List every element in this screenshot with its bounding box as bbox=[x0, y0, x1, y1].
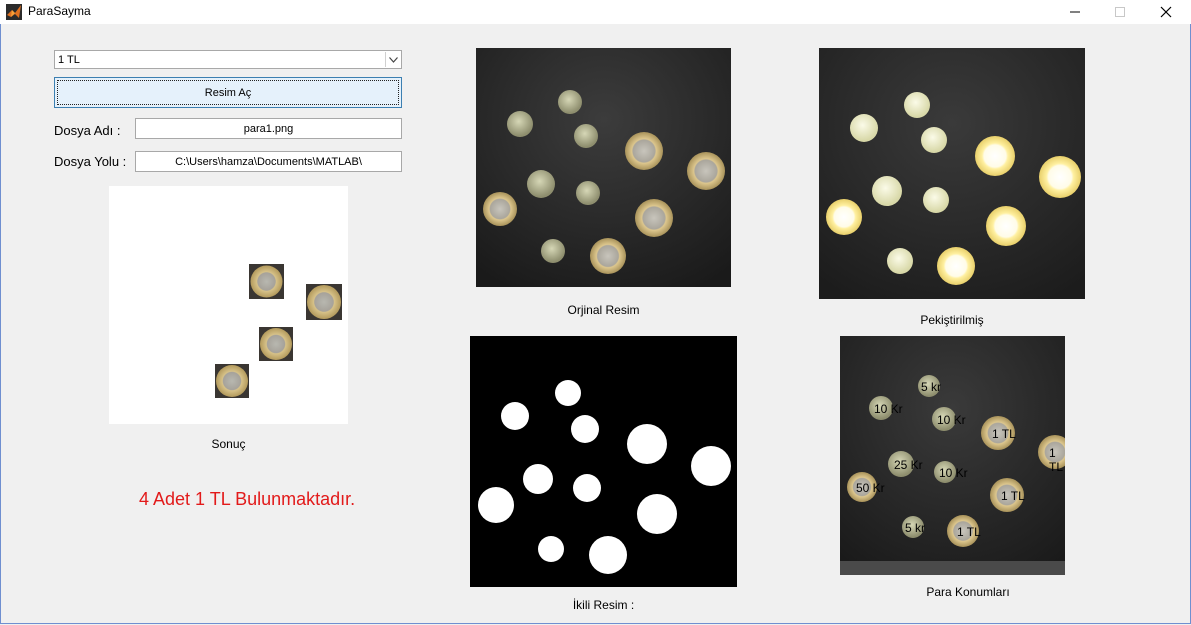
binary-caption: İkili Resim : bbox=[572, 598, 635, 612]
original-image bbox=[476, 48, 731, 287]
enhanced-image bbox=[819, 48, 1085, 299]
file-name-label: Dosya Adı : bbox=[54, 123, 121, 138]
coin-label: 1 TL bbox=[1001, 489, 1025, 503]
file-path-label: Dosya Yolu : bbox=[54, 154, 127, 169]
enhanced-caption: Pekiştirilmiş bbox=[920, 313, 984, 327]
maximize-icon bbox=[1115, 7, 1125, 17]
coin-label: 1 TL bbox=[1049, 446, 1064, 474]
maximize-button[interactable] bbox=[1097, 0, 1143, 24]
title-bar: ParaSayma bbox=[0, 0, 1191, 24]
result-text: 4 Adet 1 TL Bulunmaktadır. bbox=[139, 489, 356, 509]
file-path-value: C:\Users\hamza\Documents\MATLAB\ bbox=[175, 155, 362, 168]
file-path-field[interactable]: C:\Users\hamza\Documents\MATLAB\ bbox=[135, 151, 402, 172]
chevron-down-icon[interactable] bbox=[385, 52, 400, 67]
coin-type-value: 1 TL bbox=[58, 54, 80, 66]
result-caption: Sonuç bbox=[211, 437, 246, 451]
coin-type-select[interactable]: 1 TL bbox=[54, 50, 402, 69]
file-name-value: para1.png bbox=[243, 122, 294, 135]
result-image bbox=[109, 186, 348, 424]
coin-positions-image bbox=[840, 336, 1065, 575]
coin-label: 25 Kr bbox=[894, 458, 923, 472]
coin-label: 10 Kr bbox=[937, 413, 966, 427]
file-name-field[interactable]: para1.png bbox=[135, 118, 402, 139]
coin-label: 1 TL bbox=[992, 427, 1016, 441]
window-title: ParaSayma bbox=[28, 4, 91, 18]
original-caption: Orjinal Resim bbox=[567, 303, 640, 317]
coin-label: 10 Kr bbox=[939, 466, 968, 480]
binary-image bbox=[470, 336, 737, 587]
matlab-icon bbox=[6, 4, 22, 20]
positions-caption: Para Konumları bbox=[926, 585, 1010, 599]
close-button[interactable] bbox=[1143, 0, 1189, 24]
coin-label: 5 kr bbox=[905, 521, 926, 535]
coin-label: 10 Kr bbox=[874, 402, 903, 416]
coin-label: 50 Kr bbox=[856, 481, 885, 495]
open-image-button-label: Resim Aç bbox=[204, 86, 252, 99]
coin-label: 1 TL bbox=[957, 525, 981, 539]
open-image-button[interactable]: Resim Aç bbox=[54, 77, 402, 108]
coin-label: 5 kr bbox=[921, 380, 942, 394]
minimize-icon bbox=[1070, 11, 1080, 13]
coin-positions-panel: 5 kr 10 Kr 10 Kr 1 TL 1 TL 25 Kr 10 Kr 5… bbox=[840, 336, 1065, 575]
close-icon bbox=[1160, 6, 1172, 18]
minimize-button[interactable] bbox=[1052, 0, 1098, 24]
